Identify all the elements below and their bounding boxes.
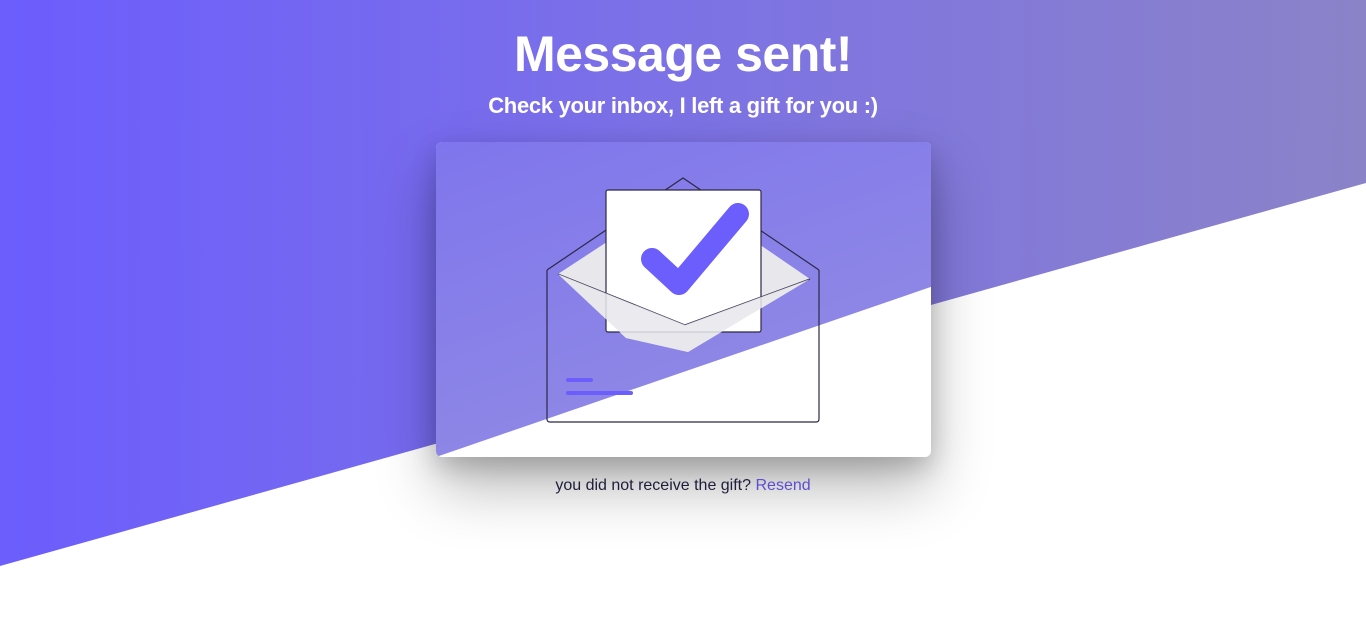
resend-prompt-text: you did not receive the gift? [555,477,752,494]
illustration-card [436,142,931,457]
page-subtitle: Check your inbox, I left a gift for you … [488,93,878,118]
resend-prompt: you did not receive the gift? Resend [0,475,1366,497]
resend-link[interactable]: Resend [755,477,810,494]
page: Message sent! Check your inbox, I left a… [0,0,1366,625]
page-title: Message sent! [513,26,853,82]
envelope-check-icon [546,177,820,423]
